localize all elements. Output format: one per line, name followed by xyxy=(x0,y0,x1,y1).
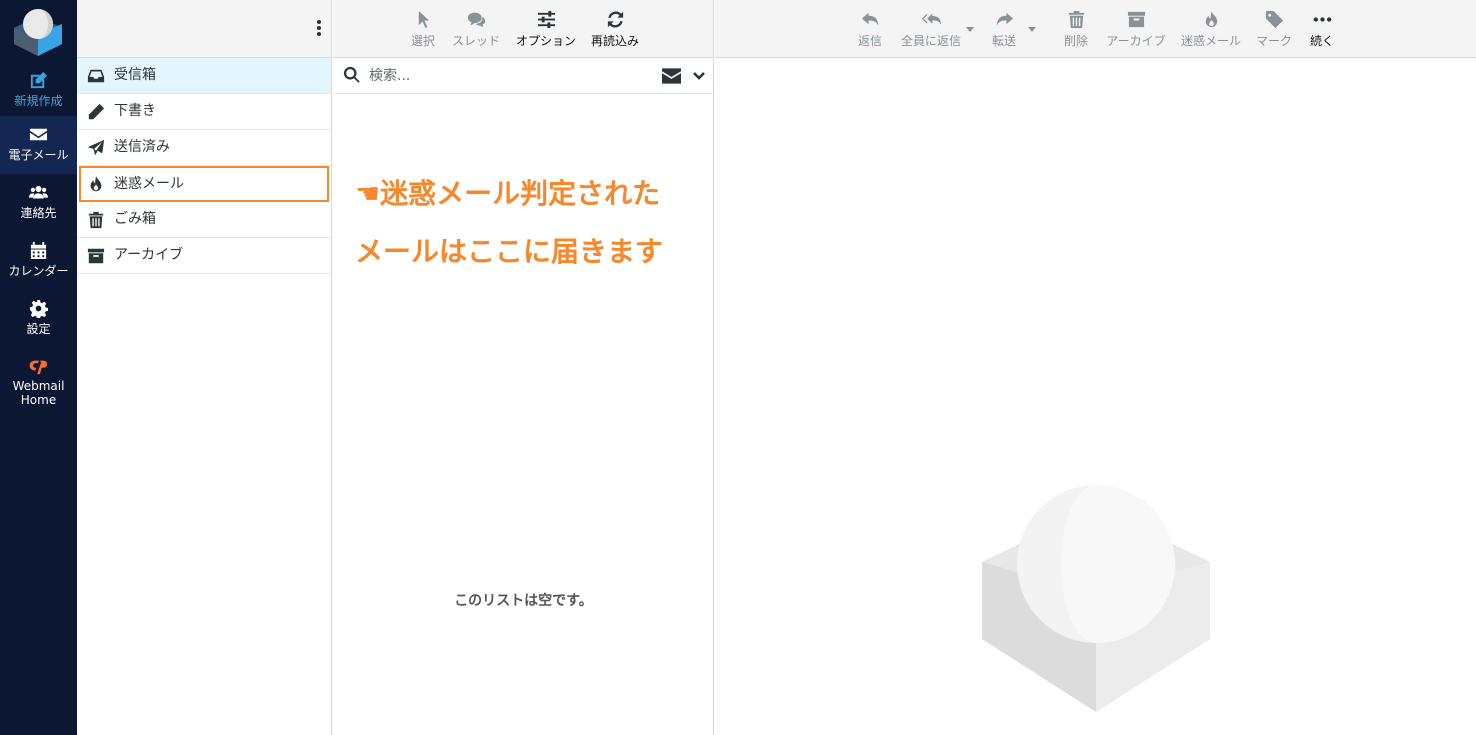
reply-all-dropdown-icon[interactable] xyxy=(966,27,974,32)
refresh-icon xyxy=(607,11,623,28)
nav-compose-label: 新規作成 xyxy=(14,94,63,108)
forward-button[interactable]: 転送 xyxy=(987,0,1021,58)
delete-button[interactable]: 削除 xyxy=(1059,0,1093,58)
nav-settings[interactable]: 設定 xyxy=(0,290,77,348)
search-input[interactable] xyxy=(369,64,649,88)
nav-rail: 新規作成 電子メール 連絡先 カレンダー 設定 Webmail Home xyxy=(0,0,77,735)
nav-mail[interactable]: 電子メール xyxy=(0,116,77,174)
junk-label: 迷惑メール xyxy=(1180,34,1241,48)
users-icon xyxy=(29,186,48,199)
reply-all-label: 全員に返信 xyxy=(900,34,961,48)
refresh-label: 再読込み xyxy=(590,34,639,48)
folder-sent[interactable]: 送信済み xyxy=(77,130,331,166)
cursor-icon xyxy=(418,10,429,29)
nav-contacts[interactable]: 連絡先 xyxy=(0,174,77,232)
forward-dropdown-icon[interactable] xyxy=(1028,27,1036,32)
fire-icon xyxy=(1205,10,1217,28)
nav-calendar-label: カレンダー xyxy=(8,264,69,278)
folder-archive-label: アーカイブ xyxy=(114,247,184,263)
mark-button[interactable]: マーク xyxy=(1252,0,1296,58)
nav-settings-label: 設定 xyxy=(26,322,51,336)
nav-webmail-label-2: Home xyxy=(20,393,57,407)
roundcube-watermark-logo xyxy=(982,485,1210,712)
nav-mail-label: 電子メール xyxy=(8,148,69,162)
threads-button[interactable]: スレッド xyxy=(449,0,503,58)
sliders-icon xyxy=(537,10,555,29)
message-list-pane: 選択 スレッド オプション 再読込み ☚迷惑メール判定された メールはここに届き… xyxy=(333,0,714,735)
list-toolbar: 選択 スレッド オプション 再読込み xyxy=(333,0,713,58)
envelope-icon[interactable] xyxy=(662,68,681,84)
folder-trash-label: ごみ箱 xyxy=(114,211,156,227)
folder-inbox[interactable]: 受信箱 xyxy=(77,58,331,94)
more-label: 続く xyxy=(1309,34,1334,48)
fire-icon xyxy=(90,175,102,192)
folder-pane: 受信箱 下書き 送信済み 迷惑メール ごみ箱 アーカイブ xyxy=(77,0,332,735)
nav-contacts-label: 連絡先 xyxy=(20,206,57,220)
options-button[interactable]: オプション xyxy=(511,0,581,58)
reply-label: 返信 xyxy=(857,34,882,48)
folder-junk-label: 迷惑メール xyxy=(114,176,184,192)
nav-webmail-home[interactable]: Webmail Home xyxy=(0,348,77,414)
threads-label: スレッド xyxy=(451,34,500,48)
nav-webmail-label-1: Webmail xyxy=(12,379,65,393)
tag-icon xyxy=(1265,10,1283,29)
reply-all-button[interactable]: 全員に返信 xyxy=(897,0,965,58)
folder-trash[interactable]: ごみ箱 xyxy=(77,202,331,238)
junk-button[interactable]: 迷惑メール xyxy=(1177,0,1245,58)
folder-archive[interactable]: アーカイブ xyxy=(77,238,331,274)
forward-label: 転送 xyxy=(991,34,1016,48)
message-toolbar: 返信 全員に返信 転送 削除 アーカイブ 迷惑メール マーク 続く xyxy=(715,0,1476,58)
junk-annotation: ☚迷惑メール判定された メールはここに届きます xyxy=(355,165,663,281)
reply-button[interactable]: 返信 xyxy=(853,0,887,58)
refresh-button[interactable]: 再読込み xyxy=(586,0,644,58)
select-label: 選択 xyxy=(410,34,435,48)
annotation-line-2: メールはここに届きます xyxy=(355,235,664,268)
preview-pane: 返信 全員に返信 転送 削除 アーカイブ 迷惑メール マーク 続く xyxy=(715,0,1476,735)
mark-label: マーク xyxy=(1255,34,1292,48)
more-button[interactable]: 続く xyxy=(1305,0,1339,58)
search-bar xyxy=(333,58,713,94)
folder-junk[interactable]: 迷惑メール xyxy=(79,166,329,202)
archive-button[interactable]: アーカイブ xyxy=(1103,0,1169,58)
roundcube-logo[interactable] xyxy=(12,4,64,56)
chevron-down-icon[interactable] xyxy=(692,70,706,82)
folder-drafts[interactable]: 下書き xyxy=(77,94,331,130)
options-label: オプション xyxy=(515,34,576,48)
archive-icon xyxy=(87,248,105,264)
delete-label: 削除 xyxy=(1063,34,1088,48)
select-button[interactable]: 選択 xyxy=(405,0,441,58)
calendar-icon xyxy=(30,241,47,260)
nav-calendar[interactable]: カレンダー xyxy=(0,232,77,290)
ellipsis-icon xyxy=(1313,17,1331,22)
envelope-icon xyxy=(29,128,48,141)
reply-icon xyxy=(861,12,878,26)
folder-pane-header xyxy=(77,0,331,58)
folder-sent-label: 送信済み xyxy=(114,139,170,155)
folder-menu-icon[interactable] xyxy=(315,20,323,38)
archive-label: アーカイブ xyxy=(1106,34,1166,48)
archive-icon xyxy=(1127,11,1145,28)
compose-icon xyxy=(30,71,48,89)
cpanel-icon xyxy=(29,360,47,375)
gear-icon xyxy=(29,299,48,318)
list-empty-message: このリストは空です。 xyxy=(454,593,593,609)
paper-plane-icon xyxy=(87,139,105,156)
forward-icon xyxy=(996,12,1013,26)
pencil-icon xyxy=(88,103,105,120)
inbox-icon xyxy=(87,69,105,83)
reply-all-icon xyxy=(921,13,941,25)
trash-icon xyxy=(88,211,104,229)
search-icon[interactable] xyxy=(343,66,361,84)
nav-compose[interactable]: 新規作成 xyxy=(0,62,77,120)
folder-inbox-label: 受信箱 xyxy=(114,67,156,83)
folder-drafts-label: 下書き xyxy=(114,103,156,119)
comments-icon xyxy=(467,12,485,28)
trash-icon xyxy=(1068,10,1084,29)
annotation-line-1: ☚迷惑メール判定された xyxy=(355,177,661,210)
